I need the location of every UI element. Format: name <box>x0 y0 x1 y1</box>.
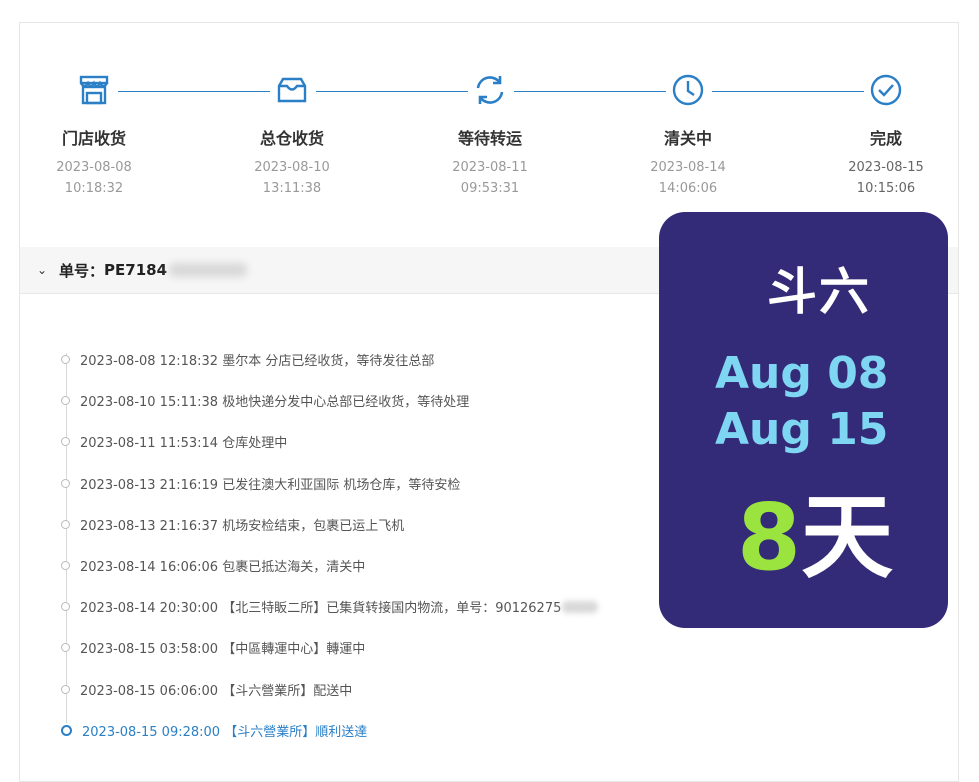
timeline-dot <box>61 561 70 571</box>
end-date: Aug 15 <box>715 404 889 455</box>
tracking-timeline: 2023-08-08 12:18:32 墨尔本 分店已经收货，等待发往总部 20… <box>60 339 680 751</box>
timeline-dot <box>61 355 70 365</box>
timeline-dot-current <box>61 724 72 736</box>
clock-icon <box>669 71 707 109</box>
step-warehouse-received: 总仓收货 2023-08-10 13:11:38 <box>222 71 362 199</box>
timeline-dot <box>61 478 70 488</box>
check-circle-icon <box>867 71 905 109</box>
timeline-item-current: 2023-08-15 09:28:00 【斗六營業所】順利送達 <box>60 710 680 751</box>
timeline-dot <box>61 602 70 612</box>
step-complete: 完成 2023-08-15 10:15:06 <box>816 71 956 199</box>
transit-days: 8天 <box>737 492 893 584</box>
step-awaiting-transfer: 等待转运 2023-08-11 09:53:31 <box>420 71 560 199</box>
timeline-dot <box>61 519 70 529</box>
warehouse-box-icon <box>273 71 311 109</box>
timeline-dot <box>61 684 70 694</box>
timeline-item: 2023-08-14 16:06:06 包裹已抵达海关，清关中 <box>60 545 680 586</box>
refresh-icon <box>471 71 509 109</box>
delivery-summary-badge: 斗六 Aug 08 Aug 15 8天 <box>659 212 948 628</box>
storefront-icon <box>75 71 113 109</box>
timeline-item: 2023-08-15 06:06:00 【斗六營業所】配送中 <box>60 669 680 710</box>
step-store-received: 门店收货 2023-08-08 10:18:32 <box>24 71 164 199</box>
order-number-label: 单号： <box>59 261 105 280</box>
timeline-item: 2023-08-10 15:11:38 极地快递分发中心总部已经收货，等待处理 <box>60 380 680 421</box>
transit-days-number: 8 <box>737 484 802 591</box>
progress-stepper: 门店收货 2023-08-08 10:18:32 总仓收货 2023-08-10… <box>20 23 958 223</box>
timeline-dot <box>61 643 70 653</box>
timeline-item: 2023-08-14 20:30:00 【北三特眅二所】已集貨转接国内物流，单号… <box>60 586 680 627</box>
timeline-item: 2023-08-13 21:16:19 已发往澳大利亚国际 机场仓库，等待安检 <box>60 463 680 504</box>
step-customs: 清关中 2023-08-14 14:06:06 <box>618 71 758 199</box>
redacted-tracking-digits <box>562 600 599 613</box>
timeline-dot <box>61 437 70 447</box>
timeline-dot <box>61 396 70 406</box>
timeline-item: 2023-08-08 12:18:32 墨尔本 分店已经收货，等待发往总部 <box>60 339 680 380</box>
timeline-item: 2023-08-11 11:53:14 仓库处理中 <box>60 421 680 462</box>
redacted-order-digits <box>169 263 248 277</box>
timeline-item: 2023-08-13 21:16:37 机场安检结束，包裹已运上飞机 <box>60 504 680 545</box>
destination-city: 斗六 <box>767 263 871 321</box>
transit-days-unit: 天 <box>801 484 894 591</box>
order-number: PE7184 <box>104 261 168 279</box>
timeline-item: 2023-08-15 03:58:00 【中區轉運中心】轉運中 <box>60 627 680 668</box>
chevron-down-icon[interactable]: ⌄ <box>37 263 53 277</box>
start-date: Aug 08 <box>715 348 889 399</box>
